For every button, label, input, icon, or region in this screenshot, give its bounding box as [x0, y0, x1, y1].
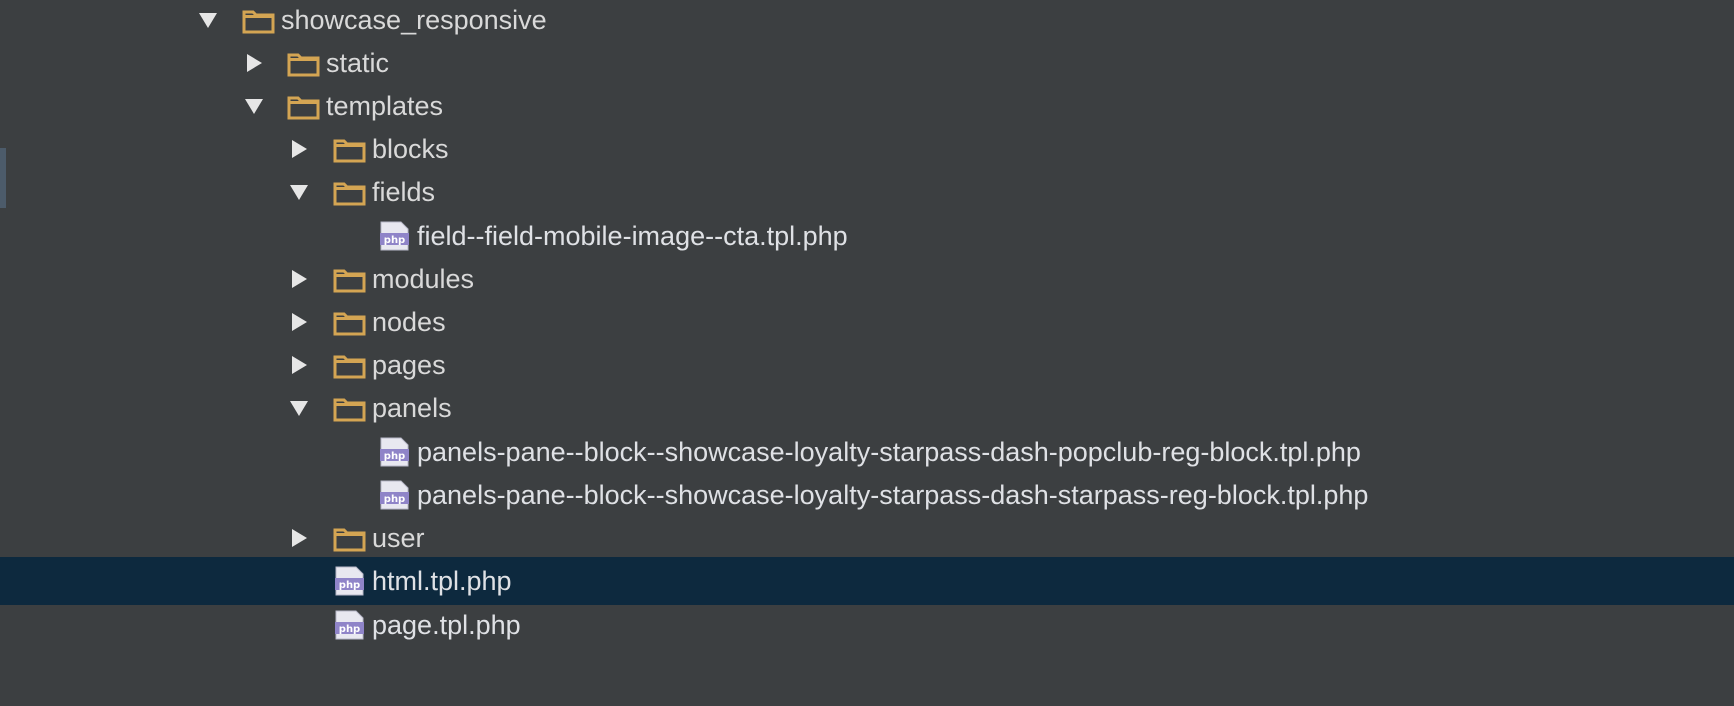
tree-item-static[interactable]: static	[0, 39, 1734, 87]
expand-arrow-icon[interactable]	[285, 514, 313, 562]
tree-item-label: pages	[372, 350, 446, 380]
tree-item-label: static	[326, 48, 390, 78]
project-tree[interactable]: showcase_responsive static templates blo…	[0, 0, 1734, 706]
expand-arrow-icon[interactable]	[285, 298, 313, 346]
svg-text:php: php	[384, 235, 405, 246]
folder-icon	[287, 53, 320, 77]
tree-item-panels-file-1[interactable]: php panels-pane--block--showcase-loyalty…	[0, 428, 1734, 476]
folder-icon	[333, 269, 366, 293]
tree-item-panels-file-2[interactable]: php panels-pane--block--showcase-loyalty…	[0, 471, 1734, 519]
tree-item-pages[interactable]: pages	[0, 341, 1734, 389]
tree-item-label: user	[372, 523, 425, 553]
svg-text:php: php	[339, 580, 360, 591]
folder-icon	[333, 355, 366, 379]
tree-item-blocks[interactable]: blocks	[0, 125, 1734, 173]
tree-item-label: panels	[372, 393, 452, 423]
tree-item-page-tpl[interactable]: php page.tpl.php	[0, 601, 1734, 649]
svg-text:php: php	[384, 451, 405, 462]
expand-arrow-icon[interactable]	[285, 384, 313, 432]
tree-item-panels[interactable]: panels	[0, 384, 1734, 432]
svg-text:php: php	[339, 624, 360, 635]
tree-item-user[interactable]: user	[0, 514, 1734, 562]
folder-icon	[333, 182, 366, 206]
tree-item-showcase-responsive[interactable]: showcase_responsive	[0, 0, 1734, 44]
tree-item-templates[interactable]: templates	[0, 82, 1734, 130]
tree-item-field-file[interactable]: php field--field-mobile-image--cta.tpl.p…	[0, 212, 1734, 260]
folder-icon	[333, 398, 366, 422]
expand-arrow-icon[interactable]	[285, 255, 313, 303]
php-file-icon: php	[380, 480, 409, 510]
expand-arrow-icon[interactable]	[194, 0, 222, 44]
folder-icon	[333, 139, 366, 163]
tree-item-modules[interactable]: modules	[0, 255, 1734, 303]
expand-arrow-icon[interactable]	[285, 168, 313, 216]
tree-item-html-tpl[interactable]: php html.tpl.php	[0, 557, 1734, 605]
tree-item-nodes[interactable]: nodes	[0, 298, 1734, 346]
folder-icon	[242, 10, 275, 34]
expand-arrow-icon[interactable]	[240, 39, 268, 87]
tree-item-label: panels-pane--block--showcase-loyalty-sta…	[417, 480, 1369, 510]
tree-item-label: panels-pane--block--showcase-loyalty-sta…	[417, 437, 1361, 467]
tree-item-label: field--field-mobile-image--cta.tpl.php	[417, 221, 848, 251]
tree-item-label: page.tpl.php	[372, 610, 521, 640]
folder-icon	[333, 312, 366, 336]
expand-arrow-icon[interactable]	[240, 82, 268, 130]
tree-item-label: html.tpl.php	[372, 566, 512, 596]
folder-icon	[287, 96, 320, 120]
tree-item-label: modules	[372, 264, 475, 294]
svg-text:php: php	[384, 494, 405, 505]
tree-item-fields[interactable]: fields	[0, 168, 1734, 216]
php-file-icon: php	[335, 566, 364, 596]
tree-item-label: fields	[372, 177, 436, 207]
php-file-icon: php	[380, 221, 409, 251]
tree-item-label: blocks	[372, 134, 449, 164]
folder-icon	[333, 528, 366, 552]
tree-item-label: nodes	[372, 307, 446, 337]
expand-arrow-icon[interactable]	[285, 125, 313, 173]
tree-item-label: showcase_responsive	[281, 5, 547, 35]
php-file-icon: php	[335, 610, 364, 640]
tree-item-label: templates	[326, 91, 444, 121]
php-file-icon: php	[380, 437, 409, 467]
expand-arrow-icon[interactable]	[285, 341, 313, 389]
